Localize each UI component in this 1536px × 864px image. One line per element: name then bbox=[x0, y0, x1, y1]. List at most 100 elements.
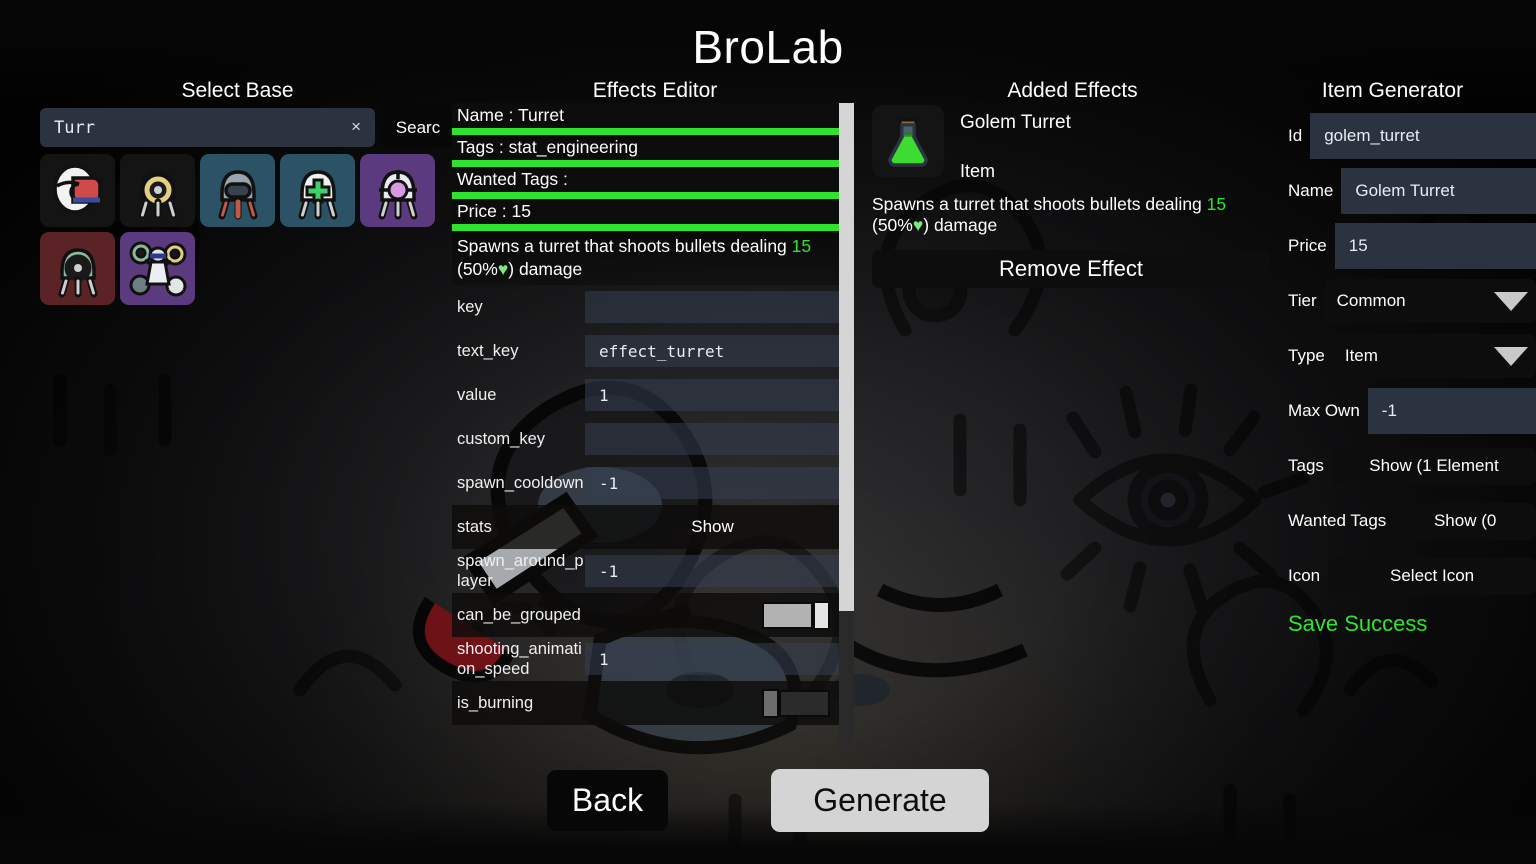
generator-row-tier: Tier Common bbox=[1288, 278, 1536, 324]
property-toggle-can_be_grouped[interactable] bbox=[762, 600, 830, 630]
effect-header-name: Name : Turret bbox=[452, 103, 840, 128]
type-select[interactable]: Item bbox=[1332, 334, 1536, 378]
property-input-key[interactable] bbox=[585, 291, 840, 323]
property-value-cell bbox=[585, 681, 840, 725]
name-field[interactable]: Golem Turret bbox=[1341, 168, 1536, 214]
app-title: BroLab bbox=[692, 21, 844, 73]
toggle-knob bbox=[813, 600, 830, 630]
property-label: stats bbox=[457, 518, 492, 536]
item-generator-title: Item Generator bbox=[1321, 79, 1464, 102]
base-option-base-turret-gray[interactable] bbox=[200, 154, 275, 227]
desc-percent: 50% bbox=[877, 215, 913, 235]
property-value-cell bbox=[585, 285, 840, 329]
effects-editor-panel: Name : Turret Tags : stat_engineering Want… bbox=[452, 103, 854, 748]
toggle-knob bbox=[762, 688, 779, 718]
heart-icon: ♥ bbox=[497, 259, 509, 279]
property-label: spawn_cooldown bbox=[457, 474, 584, 492]
base-search-row: Turr × Searc bbox=[40, 108, 455, 147]
effect-header-label: Name : bbox=[457, 105, 518, 125]
generator-row-price: Price 15 bbox=[1288, 223, 1536, 269]
generator-row-max-own: Max Own -1 bbox=[1288, 388, 1536, 434]
effect-header-divider bbox=[452, 224, 840, 231]
effect-header-label: Price : bbox=[457, 201, 512, 221]
search-button[interactable]: Searc bbox=[381, 108, 455, 147]
added-effect-type: Item bbox=[960, 161, 996, 181]
generator-label-name: Name bbox=[1288, 181, 1334, 200]
effect-header-divider bbox=[452, 160, 840, 167]
effects-scrollbar[interactable] bbox=[839, 103, 854, 746]
effect-header-value: stat_engineering bbox=[508, 137, 638, 157]
wanted-tags-button[interactable]: Show (0 bbox=[1394, 502, 1536, 540]
brolab-window: BroLab Select Base Turr × Searc Effects … bbox=[0, 0, 1536, 864]
effect-header-value: Turret bbox=[517, 105, 564, 125]
base-option-base-turret-gold[interactable] bbox=[120, 154, 195, 227]
property-input-text_key[interactable]: effect_turret bbox=[585, 335, 840, 367]
property-show-button-stats[interactable]: Show bbox=[585, 517, 840, 537]
price-field[interactable]: 15 bbox=[1334, 223, 1536, 269]
property-label: is_burning bbox=[457, 694, 534, 712]
generator-row-id: Id golem_turret bbox=[1288, 113, 1536, 159]
base-option-base-crewmate-red[interactable] bbox=[40, 154, 115, 227]
effects-scroll-area[interactable]: Name : Turret Tags : stat_engineering Want… bbox=[452, 103, 840, 748]
desc-text: Spawns a turret that shoots bullets deal… bbox=[457, 236, 792, 256]
generator-label-price: Price bbox=[1288, 236, 1327, 255]
property-label: can_be_grouped bbox=[457, 606, 581, 624]
base-option-base-turret-purple[interactable] bbox=[360, 154, 435, 227]
effect-header-label: Wanted Tags : bbox=[457, 169, 568, 189]
effect-properties-list: key text_key effect_turret value 1 custom_key… bbox=[452, 285, 840, 725]
property-input-shooting_animation_speed[interactable]: 1 bbox=[585, 643, 840, 675]
property-row-value: value 1 bbox=[452, 373, 840, 417]
base-option-base-turret-green[interactable] bbox=[40, 232, 115, 305]
property-value-cell: Show bbox=[585, 505, 840, 549]
generate-button[interactable]: Generate bbox=[771, 769, 989, 832]
added-effect-header: Golem Turret Item bbox=[872, 105, 1270, 182]
effects-scrollbar-track[interactable] bbox=[839, 611, 854, 746]
tier-select[interactable]: Common bbox=[1324, 279, 1536, 323]
back-button[interactable]: Back bbox=[547, 770, 668, 831]
generator-label-tier: Tier bbox=[1288, 291, 1317, 310]
added-effects-title: Added Effects bbox=[1007, 79, 1138, 102]
added-effect-name: Golem Turret bbox=[960, 112, 1071, 133]
base-grid bbox=[40, 154, 460, 305]
property-row-spawn_around_player: spawn_around_player -1 bbox=[452, 549, 840, 593]
tags-button[interactable]: Show (1 Element bbox=[1331, 447, 1536, 485]
remove-effect-button[interactable]: Remove Effect bbox=[872, 250, 1270, 288]
property-row-is_burning: is_burning bbox=[452, 681, 840, 725]
base-option-base-turret-medic[interactable] bbox=[280, 154, 355, 227]
effect-header-divider bbox=[452, 128, 840, 135]
property-toggle-is_burning[interactable] bbox=[762, 688, 830, 718]
property-row-stats: stats Show bbox=[452, 505, 840, 549]
desc-text: Spawns a turret that shoots bullets deal… bbox=[872, 194, 1207, 214]
desc-damage-value: 15 bbox=[791, 236, 812, 256]
effects-editor-title: Effects Editor bbox=[592, 79, 718, 102]
property-input-value[interactable]: 1 bbox=[585, 379, 840, 411]
effect-description: Spawns a turret that shoots bullets deal… bbox=[452, 231, 840, 285]
effect-header-lines: Name : Turret Tags : stat_engineering Want… bbox=[452, 103, 840, 231]
search-input-value: Turr bbox=[54, 117, 95, 138]
toggle-track bbox=[762, 601, 814, 629]
property-value-cell: 1 bbox=[585, 637, 840, 681]
property-input-spawn_cooldown[interactable]: -1 bbox=[585, 467, 840, 499]
item-generator-panel: Id golem_turret Name Golem Turret Price 15 Tie… bbox=[1288, 113, 1536, 637]
property-value-cell: -1 bbox=[585, 549, 840, 593]
max-own-field[interactable]: -1 bbox=[1367, 388, 1536, 434]
id-field[interactable]: golem_turret bbox=[1310, 113, 1536, 159]
property-row-text_key: text_key effect_turret bbox=[452, 329, 840, 373]
search-input[interactable]: Turr × bbox=[40, 108, 375, 147]
potion-flask-icon bbox=[872, 105, 944, 177]
property-value-cell: 1 bbox=[585, 373, 840, 417]
generator-row-icon: Icon Select Icon bbox=[1288, 553, 1536, 599]
generator-label-type: Type bbox=[1288, 346, 1325, 365]
base-option-base-golem-turret[interactable] bbox=[120, 232, 195, 305]
select-base-title: Select Base bbox=[181, 79, 294, 102]
generator-row-wanted-tags: Wanted Tags Show (0 bbox=[1288, 498, 1536, 544]
added-effects-panel: Golem Turret Item Spawns a turret that s… bbox=[872, 105, 1270, 288]
icon-button[interactable]: Select Icon bbox=[1328, 557, 1536, 595]
save-status-message: Save Success bbox=[1288, 611, 1428, 636]
tier-selected-value: Common bbox=[1336, 291, 1406, 310]
clear-search-icon[interactable]: × bbox=[347, 117, 365, 139]
property-input-spawn_around_player[interactable]: -1 bbox=[585, 555, 840, 587]
property-input-custom_key[interactable] bbox=[585, 423, 840, 455]
effects-scrollbar-thumb[interactable] bbox=[839, 103, 854, 611]
generator-label-icon: Icon bbox=[1288, 566, 1321, 585]
